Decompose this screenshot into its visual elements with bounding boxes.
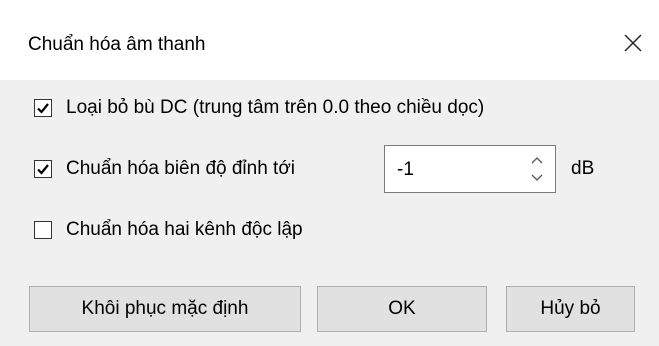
checkmark-icon: [37, 103, 49, 114]
restore-defaults-button[interactable]: Khôi phục mặc định: [29, 286, 301, 332]
independent-channels-option[interactable]: Chuẩn hóa hai kênh độc lập: [34, 218, 303, 242]
normalize-peak-checkbox[interactable]: [34, 160, 52, 178]
remove-dc-label: Loại bỏ bù DC (trung tâm trên 0.0 theo c…: [66, 97, 485, 118]
dialog-title: Chuẩn hóa âm thanh: [28, 34, 206, 55]
remove-dc-checkbox[interactable]: [34, 99, 52, 117]
close-button[interactable]: [612, 22, 654, 64]
normalize-dialog: Chuẩn hóa âm thanh Loại bỏ bù DC (trung …: [0, 0, 659, 346]
spin-up-button[interactable]: [529, 153, 545, 167]
independent-channels-label: Chuẩn hóa hai kênh độc lập: [66, 219, 303, 240]
peak-level-value[interactable]: -1: [397, 158, 414, 182]
peak-level-spinbox[interactable]: -1: [384, 145, 556, 193]
normalize-peak-label: Chuẩn hóa biên độ đỉnh tới: [66, 158, 296, 179]
ok-button[interactable]: OK: [317, 286, 487, 332]
cancel-button[interactable]: Hủy bỏ: [506, 286, 635, 332]
spin-arrows: [529, 152, 545, 186]
independent-channels-checkbox[interactable]: [34, 221, 52, 239]
remove-dc-option[interactable]: Loại bỏ bù DC (trung tâm trên 0.0 theo c…: [34, 96, 484, 120]
chevron-up-icon: [531, 157, 543, 164]
chevron-down-icon: [531, 174, 543, 181]
normalize-peak-option[interactable]: Chuẩn hóa biên độ đỉnh tới: [34, 157, 295, 181]
checkmark-icon: [37, 164, 49, 175]
unit-label: dB: [571, 158, 595, 179]
title-bar: Chuẩn hóa âm thanh: [0, 0, 659, 80]
spin-down-button[interactable]: [529, 171, 545, 185]
close-icon: [624, 34, 642, 52]
